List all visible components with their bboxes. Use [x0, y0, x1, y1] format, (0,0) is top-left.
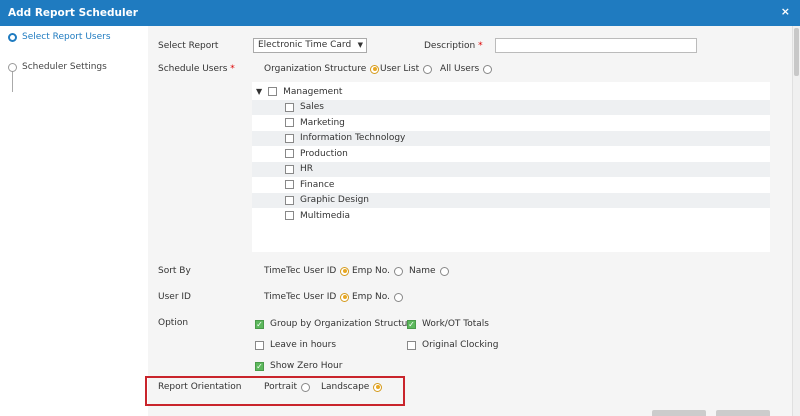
checkbox[interactable] [285, 164, 294, 174]
step-label: Scheduler Settings [22, 62, 107, 72]
tree-node[interactable]: Sales [252, 99, 770, 115]
dialog-titlebar: Add Report Scheduler × [0, 0, 800, 26]
scrollbar[interactable] [792, 26, 800, 416]
option-original-clocking[interactable]: Original Clocking [407, 340, 498, 350]
radio-icon [423, 64, 433, 74]
checkbox[interactable] [255, 340, 264, 350]
tree-node-root[interactable]: ▼ Management [252, 84, 770, 100]
description-label: Description * [424, 41, 483, 51]
radio-icon [301, 382, 311, 392]
tree-node[interactable]: Finance [252, 177, 770, 193]
report-orientation-label: Report Orientation [158, 382, 242, 392]
radio-selected-icon [370, 64, 380, 74]
radio-landscape[interactable]: Landscape [321, 382, 383, 392]
option-group-by-org[interactable]: ✓ Group by Organization Structure [255, 319, 416, 329]
radio-userid-timetec-user-id[interactable]: TimeTec User ID [264, 292, 350, 302]
radio-organization-structure[interactable]: Organization Structure [264, 64, 380, 74]
checkbox[interactable] [285, 133, 294, 143]
close-icon[interactable]: × [781, 5, 790, 18]
description-input[interactable] [495, 38, 697, 53]
radio-selected-icon [340, 266, 350, 276]
radio-portrait[interactable]: Portrait [264, 382, 311, 392]
checkbox[interactable] [285, 180, 294, 190]
tree-node[interactable]: Information Technology [252, 130, 770, 146]
radio-user-list[interactable]: User List [380, 64, 433, 74]
checkbox[interactable] [285, 149, 294, 159]
checkbox[interactable] [285, 211, 294, 221]
step-scheduler-settings[interactable]: Scheduler Settings [8, 62, 107, 72]
radio-all-users[interactable]: All Users [440, 64, 493, 74]
option-label: Option [158, 318, 189, 328]
user-id-label: User ID [158, 292, 191, 302]
select-report-value: Electronic Time Card [258, 40, 352, 50]
radio-icon [439, 266, 449, 276]
checkbox-checked-icon[interactable]: ✓ [255, 319, 264, 329]
select-report-dropdown[interactable]: Electronic Time Card ▼ [253, 38, 367, 53]
checkbox[interactable] [268, 87, 278, 97]
tree-node[interactable]: HR [252, 161, 770, 177]
radio-icon [393, 292, 403, 302]
scrollbar-thumb[interactable] [794, 28, 799, 76]
tree-node[interactable]: Graphic Design [252, 192, 770, 208]
footer-button-partial[interactable] [716, 410, 770, 416]
radio-sort-emp-no[interactable]: Emp No. [352, 266, 403, 276]
form-panel: Select Report Electronic Time Card ▼ Des… [145, 26, 792, 416]
dialog-title: Add Report Scheduler [8, 7, 138, 19]
radio-icon [393, 266, 403, 276]
tree-node[interactable]: Multimedia [252, 208, 770, 224]
radio-sort-name[interactable]: Name [409, 266, 449, 276]
option-work-ot-totals[interactable]: ✓ Work/OT Totals [407, 319, 489, 329]
option-leave-in-hours[interactable]: Leave in hours [255, 340, 336, 350]
step-label: Select Report Users [22, 32, 111, 42]
option-show-zero-hour[interactable]: ✓ Show Zero Hour [255, 361, 342, 371]
radio-icon [483, 64, 493, 74]
footer-button-partial[interactable] [652, 410, 706, 416]
radio-userid-emp-no[interactable]: Emp No. [352, 292, 403, 302]
step-dot-icon [8, 62, 17, 72]
checkbox[interactable] [285, 195, 294, 205]
checkbox-checked-icon[interactable]: ✓ [407, 319, 416, 329]
org-structure-tree: ▼ Management Sales Marketing Information… [252, 82, 770, 252]
radio-selected-icon [373, 382, 383, 392]
sort-by-label: Sort By [158, 266, 191, 276]
radio-selected-icon [340, 292, 350, 302]
checkbox[interactable] [407, 340, 416, 350]
checkbox[interactable] [285, 102, 294, 112]
step-dot-icon [8, 32, 17, 42]
radio-sort-timetec-user-id[interactable]: TimeTec User ID [264, 266, 350, 276]
collapse-arrow-icon[interactable]: ▼ [256, 87, 262, 96]
select-report-label: Select Report [158, 41, 219, 51]
checkbox[interactable] [285, 118, 294, 128]
chevron-down-icon: ▼ [357, 41, 363, 49]
checkbox-checked-icon[interactable]: ✓ [255, 361, 264, 371]
schedule-users-label: Schedule Users * [158, 64, 235, 74]
wizard-steps: Select Report Users Scheduler Settings [0, 26, 148, 416]
tree-node[interactable]: Production [252, 146, 770, 162]
tree-node[interactable]: Marketing [252, 115, 770, 131]
step-select-report-users[interactable]: Select Report Users [8, 32, 111, 42]
